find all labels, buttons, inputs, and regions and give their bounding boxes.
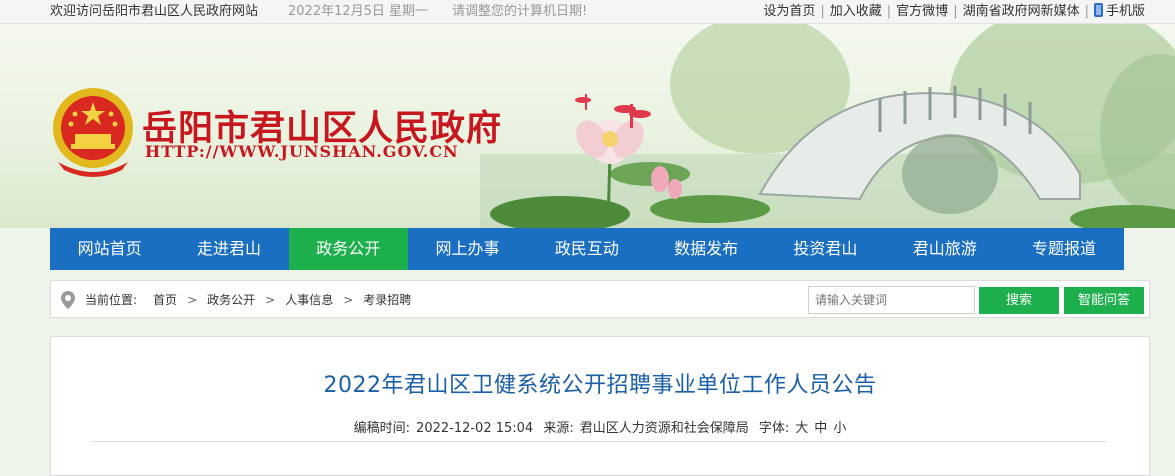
breadcrumb-government-affairs[interactable]: 政务公开 — [207, 281, 255, 319]
nav-item-home[interactable]: 网站首页 — [50, 228, 169, 270]
official-weibo-link[interactable]: 官方微博 — [891, 0, 953, 24]
nav-item-special-reports[interactable]: 专题报道 — [1004, 228, 1123, 270]
smart-qa-button[interactable]: 智能问答 — [1064, 287, 1144, 314]
article-panel: 2022年君山区卫健系统公开招聘事业单位工作人员公告 编稿时间: 2022-12-… — [50, 336, 1150, 476]
breadcrumb-arrow-icon: > — [187, 293, 198, 307]
site-url: HTTP://WWW.JUNSHAN.GOV.CN — [145, 142, 459, 161]
breadcrumb-label: 当前位置: — [85, 293, 138, 307]
breadcrumb: 当前位置: 首页 > 政务公开 > 人事信息 > 考录招聘 — [85, 281, 411, 319]
breadcrumb-arrow-icon: > — [343, 293, 354, 307]
nav-item-government-affairs[interactable]: 政务公开 — [288, 228, 408, 270]
nav-item-interaction[interactable]: 政民互动 — [527, 228, 646, 270]
breadcrumb-home[interactable]: 首页 — [153, 281, 177, 319]
article-title: 2022年君山区卫健系统公开招聘事业单位工作人员公告 — [323, 373, 877, 398]
date-tip: 请调整您的计算机日期! — [452, 4, 588, 19]
font-size-label: 字体: — [758, 421, 790, 436]
mobile-phone-icon — [1093, 3, 1103, 17]
top-bar: 欢迎访问岳阳市君山区人民政府网站 2022年12月5日 星期一 请调整您的计算机… — [0, 0, 1175, 24]
mobile-version-link[interactable]: 手机版 — [1089, 0, 1150, 24]
national-emblem-icon — [53, 88, 133, 177]
location-bar: 当前位置: 首页 > 政务公开 > 人事信息 > 考录招聘 搜索 智能问答 — [50, 280, 1150, 318]
source-label: 来源: — [543, 421, 574, 436]
current-date: 2022年12月5日 星期一 — [288, 4, 429, 19]
breadcrumb-personnel-info[interactable]: 人事信息 — [285, 281, 333, 319]
font-size-medium[interactable]: 中 — [814, 421, 827, 436]
nav-item-tourism[interactable]: 君山旅游 — [885, 228, 1004, 270]
font-size-large[interactable]: 大 — [795, 421, 808, 436]
breadcrumb-arrow-icon: > — [265, 293, 276, 307]
mobile-version-label: 手机版 — [1105, 4, 1145, 19]
article-meta: 编稿时间: 2022-12-02 15:04 来源: 君山区人力资源和社会保障局 字… — [51, 417, 1149, 436]
search-button[interactable]: 搜索 — [979, 287, 1059, 314]
nav-item-about-junshan[interactable]: 走进君山 — [169, 228, 288, 270]
font-size-small[interactable]: 小 — [833, 421, 846, 436]
add-favorite-link[interactable]: 加入收藏 — [825, 0, 887, 24]
search-input[interactable] — [808, 286, 975, 314]
location-pin-icon — [61, 291, 75, 309]
set-homepage-link[interactable]: 设为首页 — [758, 0, 820, 24]
nav-item-investment[interactable]: 投资君山 — [766, 228, 885, 270]
header-banner: 岳阳市君山区人民政府 HTTP://WWW.JUNSHAN.GOV.CN — [0, 24, 1175, 228]
nav-item-online-services[interactable]: 网上办事 — [408, 228, 527, 270]
lotus-bridge-scenery — [480, 24, 1175, 228]
hunan-new-media-link[interactable]: 湖南省政府网新媒体 — [958, 0, 1085, 24]
main-nav: 网站首页 走进君山 政务公开 网上办事 政民互动 数据发布 投资君山 君山旅游 … — [50, 228, 1124, 270]
breadcrumb-recruitment[interactable]: 考录招聘 — [363, 281, 411, 319]
welcome-text: 欢迎访问岳阳市君山区人民政府网站 — [50, 4, 259, 19]
title-divider — [91, 441, 1107, 442]
top-links: 设为首页 | 加入收藏 | 官方微博 | 湖南省政府网新媒体 | 手机版 — [758, 0, 1150, 24]
source-value: 君山区人力资源和社会保障局 — [579, 421, 749, 436]
edit-time-value: 2022-12-02 15:04 — [416, 421, 534, 436]
edit-time-label: 编稿时间: — [353, 421, 411, 436]
nav-item-data-release[interactable]: 数据发布 — [646, 228, 765, 270]
